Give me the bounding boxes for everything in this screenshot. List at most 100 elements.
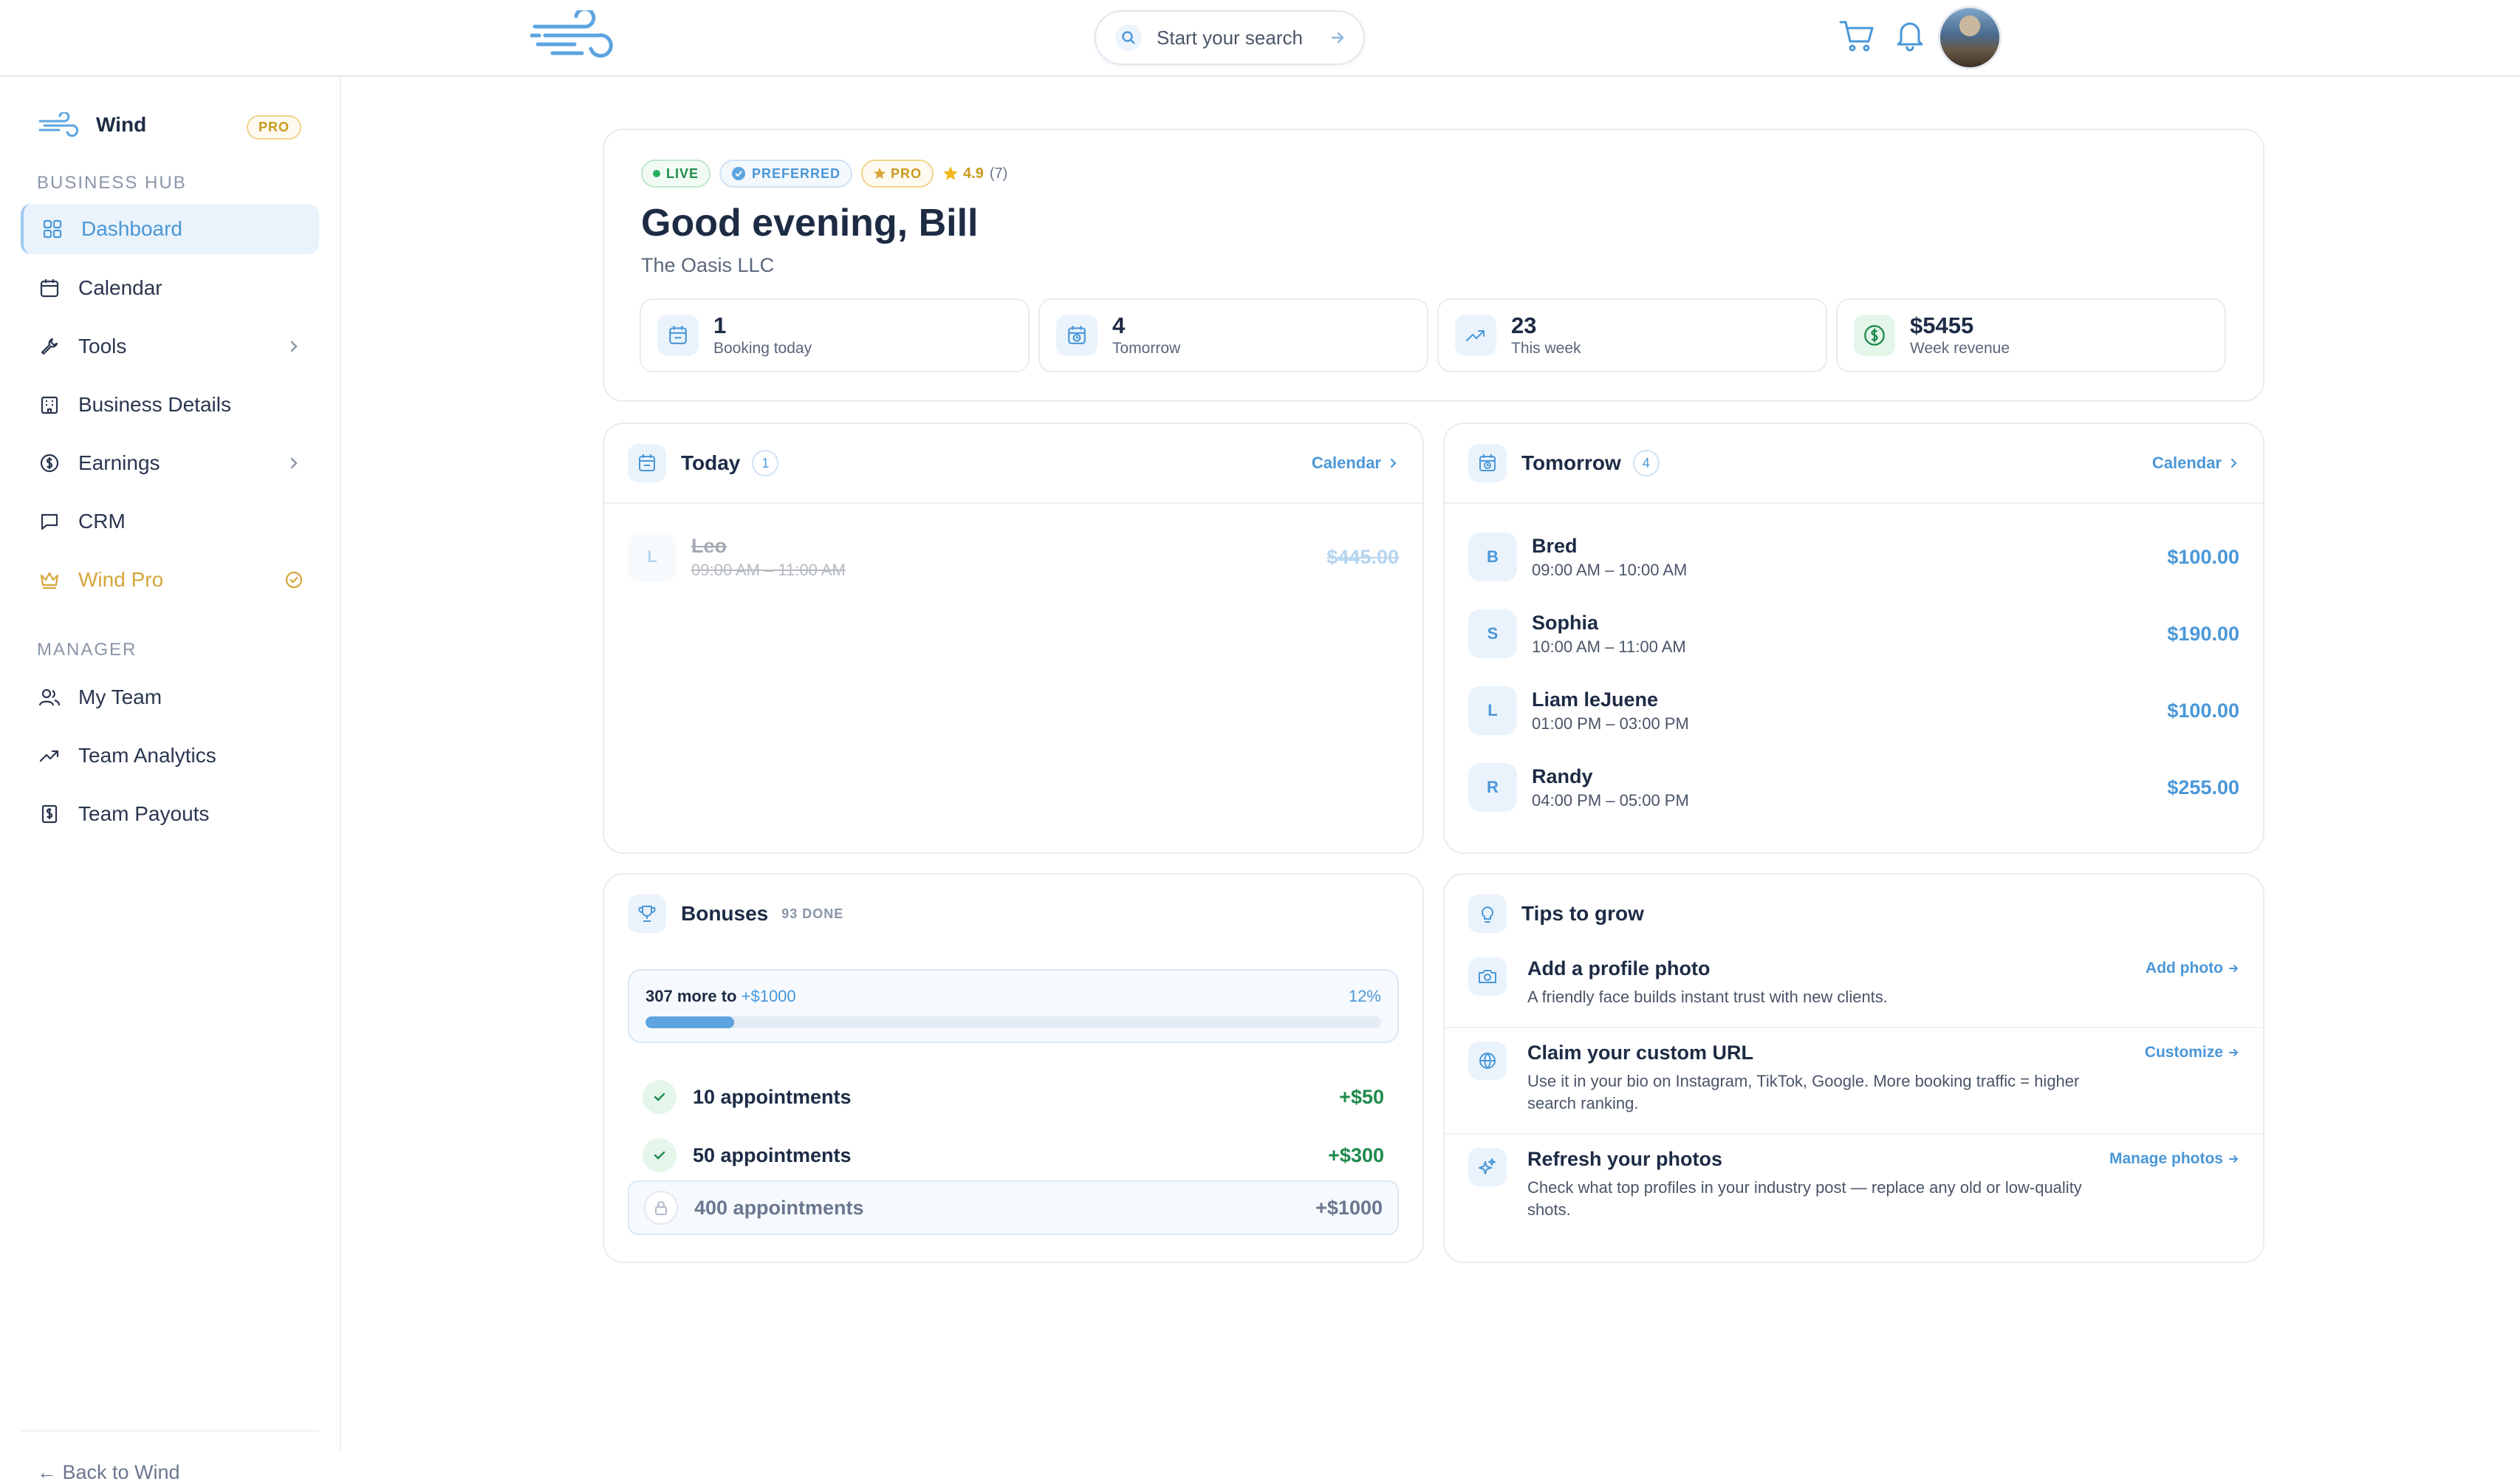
dollar-icon [37, 451, 62, 476]
tomorrow-card: Tomorrow 4 Calendar B Bred 09:00 AM – 10:… [1443, 423, 2264, 854]
cart-icon[interactable] [1839, 19, 1874, 53]
tip-title: Add a profile photo [1527, 957, 1711, 979]
back-to-wind-link[interactable]: ← Back to Wind [37, 1461, 180, 1484]
verified-icon [731, 166, 746, 181]
live-badge: LIVE [641, 160, 711, 188]
appointment-row[interactable]: R Randy 04:00 PM – 05:00 PM $255.00 [1468, 758, 2239, 817]
tomorrow-header: Tomorrow 4 Calendar [1468, 440, 2239, 486]
calendar-clock-icon [1056, 315, 1098, 356]
stat-week-revenue[interactable]: $5455 Week revenue [1836, 298, 2226, 372]
tomorrow-title: Tomorrow [1521, 451, 1621, 474]
search-bar[interactable]: Start your search [1095, 10, 1365, 65]
chevron-right-icon [285, 338, 303, 355]
bonuses-done-count: 93 DONE [781, 906, 844, 921]
greeting: Good evening, Bill [641, 202, 979, 245]
sidebar-item-label: Calendar [78, 276, 162, 299]
bonuses-card: Bonuses 93 DONE 307 more to +$1000 12% 1… [603, 873, 1424, 1263]
stat-label: Booking today [713, 340, 812, 357]
wind-logo-icon [37, 112, 78, 137]
bonuses-header: Bonuses 93 DONE [628, 891, 1399, 937]
client-initial: L [1468, 686, 1517, 735]
top-bar: Start your search [0, 0, 2520, 77]
sidebar-item-label: Tools [78, 335, 127, 358]
wind-logo-icon[interactable] [530, 10, 616, 64]
rating-count: (7) [989, 165, 1008, 182]
stat-label: Week revenue [1910, 340, 2010, 357]
tips-title: Tips to grow [1521, 902, 1644, 925]
calendar-icon [628, 444, 666, 482]
tomorrow-calendar-link[interactable]: Calendar [2152, 454, 2239, 473]
sidebar-item-business-details[interactable]: Business Details [21, 380, 319, 430]
stat-tomorrow[interactable]: 4 Tomorrow [1038, 298, 1428, 372]
add-photo-link[interactable]: Add photo [2146, 957, 2239, 979]
bonus-row-locked: 400 appointments +$1000 [628, 1180, 1399, 1235]
sidebar-item-crm[interactable]: CRM [21, 496, 319, 547]
progress-fill [646, 1016, 734, 1028]
trend-icon [1455, 315, 1496, 356]
user-avatar[interactable] [1938, 6, 2002, 69]
building-icon [37, 392, 62, 417]
progress-text: 307 more to +$1000 [646, 987, 796, 1005]
crown-icon [37, 567, 62, 592]
pro-badge: PRO [247, 115, 302, 140]
check-circle-icon [285, 571, 303, 589]
client-name: Liam leJuene [1532, 688, 1659, 711]
calendar-clock-icon [1468, 444, 1507, 482]
customize-link[interactable]: Customize [2145, 1042, 2239, 1064]
client-initial: R [1468, 763, 1517, 812]
sidebar: Wind PRO BUSINESS HUB Dashboard Calendar… [0, 77, 341, 1483]
appointment-price: $100.00 [2167, 545, 2239, 568]
stat-label: This week [1511, 340, 1581, 357]
sidebar-item-wind-pro[interactable]: Wind Pro [21, 555, 319, 605]
progress-percent: 12% [1348, 987, 1381, 1005]
sidebar-item-label: Team Payouts [78, 802, 210, 825]
bell-icon[interactable] [1895, 19, 1925, 52]
sidebar-item-label: Earnings [78, 451, 160, 474]
grid-icon [40, 216, 65, 242]
sidebar-item-team-analytics[interactable]: Team Analytics [21, 731, 319, 781]
manage-photos-link[interactable]: Manage photos [2109, 1148, 2239, 1170]
appointment-price: $255.00 [2167, 776, 2239, 799]
sidebar-item-tools[interactable]: Tools [21, 321, 319, 372]
tip-item: Add a profile photo A friendly face build… [1468, 957, 2239, 1008]
dollar-icon [1854, 315, 1895, 356]
sidebar-item-label: Dashboard [81, 217, 182, 240]
divider [1445, 1027, 2263, 1028]
client-name: Sophia [1532, 611, 1599, 634]
appointment-time: 10:00 AM – 11:00 AM [1532, 637, 1686, 656]
stat-booking-today[interactable]: 1 Booking today [640, 298, 1030, 372]
sidebar-divider [21, 1430, 319, 1432]
divider [1445, 1133, 2263, 1135]
users-icon [37, 685, 62, 710]
appointment-row[interactable]: B Bred 09:00 AM – 10:00 AM $100.00 [1468, 527, 2239, 587]
tip-title: Refresh your photos [1527, 1148, 1723, 1170]
calendar-icon [37, 276, 62, 301]
appointment-row[interactable]: S Sophia 10:00 AM – 11:00 AM $190.00 [1468, 604, 2239, 663]
preferred-badge: PREFERRED [719, 160, 853, 188]
today-calendar-link[interactable]: Calendar [1312, 454, 1399, 473]
search-placeholder: Start your search [1157, 26, 1303, 49]
sidebar-brand[interactable]: Wind [37, 112, 146, 137]
globe-icon [1468, 1042, 1507, 1080]
appointment-row[interactable]: L Liam leJuene 01:00 PM – 03:00 PM $100.0… [1468, 681, 2239, 740]
appointment-row[interactable]: L Leo 09:00 AM – 11:00 AM $445.00 [628, 527, 1399, 587]
sidebar-item-my-team[interactable]: My Team [21, 672, 319, 722]
bonus-value: +$50 [1339, 1085, 1384, 1108]
lightbulb-icon [1468, 895, 1507, 933]
sidebar-item-team-payouts[interactable]: Team Payouts [21, 789, 319, 839]
sidebar-item-earnings[interactable]: Earnings [21, 438, 319, 488]
chat-icon [37, 509, 62, 534]
lock-icon [644, 1191, 678, 1225]
section-label-business-hub: BUSINESS HUB [37, 173, 187, 193]
wrench-icon [37, 334, 62, 359]
company-name: The Oasis LLC [641, 254, 775, 276]
status-badges: LIVE PREFERRED PRO 4.9 (7) [641, 160, 1007, 188]
appointment-time: 01:00 PM – 03:00 PM [1532, 714, 1689, 733]
sidebar-item-dashboard[interactable]: Dashboard [21, 204, 319, 254]
bonus-row: 50 appointments +$300 [628, 1128, 1399, 1183]
sidebar-item-calendar[interactable]: Calendar [21, 263, 319, 313]
bonus-progress: 307 more to +$1000 12% [628, 969, 1399, 1043]
trophy-icon [628, 895, 666, 933]
stat-this-week[interactable]: 23 This week [1437, 298, 1827, 372]
bonus-label: 50 appointments [693, 1143, 852, 1166]
